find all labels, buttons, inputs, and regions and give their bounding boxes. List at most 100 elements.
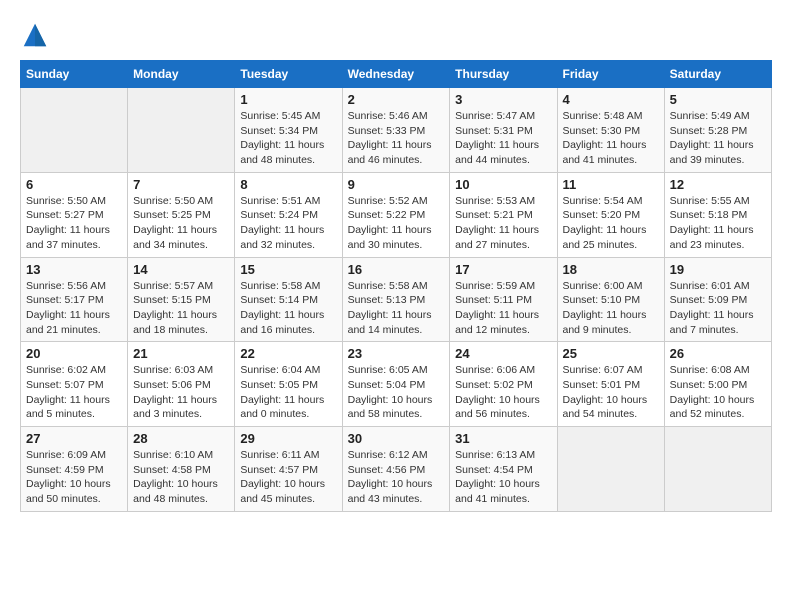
day-info: Sunrise: 6:10 AM Sunset: 4:58 PM Dayligh… bbox=[133, 448, 229, 507]
calendar-cell bbox=[128, 88, 235, 173]
column-header-saturday: Saturday bbox=[664, 61, 771, 88]
day-number: 27 bbox=[26, 431, 122, 446]
calendar-cell: 29 Sunrise: 6:11 AM Sunset: 4:57 PM Dayli… bbox=[235, 427, 342, 512]
day-number: 3 bbox=[455, 92, 551, 107]
day-number: 18 bbox=[563, 262, 659, 277]
day-info: Sunrise: 6:06 AM Sunset: 5:02 PM Dayligh… bbox=[455, 363, 551, 422]
day-number: 7 bbox=[133, 177, 229, 192]
calendar-cell: 19 Sunrise: 6:01 AM Sunset: 5:09 PM Dayli… bbox=[664, 257, 771, 342]
day-info: Sunrise: 5:47 AM Sunset: 5:31 PM Dayligh… bbox=[455, 109, 551, 168]
day-info: Sunrise: 5:46 AM Sunset: 5:33 PM Dayligh… bbox=[348, 109, 445, 168]
day-number: 24 bbox=[455, 346, 551, 361]
day-number: 19 bbox=[670, 262, 766, 277]
day-number: 9 bbox=[348, 177, 445, 192]
calendar-cell: 18 Sunrise: 6:00 AM Sunset: 5:10 PM Dayli… bbox=[557, 257, 664, 342]
day-number: 25 bbox=[563, 346, 659, 361]
day-number: 26 bbox=[670, 346, 766, 361]
day-info: Sunrise: 5:55 AM Sunset: 5:18 PM Dayligh… bbox=[670, 194, 766, 253]
day-number: 6 bbox=[26, 177, 122, 192]
day-info: Sunrise: 5:53 AM Sunset: 5:21 PM Dayligh… bbox=[455, 194, 551, 253]
calendar-cell: 21 Sunrise: 6:03 AM Sunset: 5:06 PM Dayli… bbox=[128, 342, 235, 427]
calendar-week-row: 27 Sunrise: 6:09 AM Sunset: 4:59 PM Dayli… bbox=[21, 427, 772, 512]
calendar-cell: 1 Sunrise: 5:45 AM Sunset: 5:34 PM Daylig… bbox=[235, 88, 342, 173]
calendar-cell: 31 Sunrise: 6:13 AM Sunset: 4:54 PM Dayli… bbox=[450, 427, 557, 512]
column-header-sunday: Sunday bbox=[21, 61, 128, 88]
day-info: Sunrise: 6:00 AM Sunset: 5:10 PM Dayligh… bbox=[563, 279, 659, 338]
day-info: Sunrise: 6:03 AM Sunset: 5:06 PM Dayligh… bbox=[133, 363, 229, 422]
calendar-cell: 20 Sunrise: 6:02 AM Sunset: 5:07 PM Dayli… bbox=[21, 342, 128, 427]
day-info: Sunrise: 6:05 AM Sunset: 5:04 PM Dayligh… bbox=[348, 363, 445, 422]
day-number: 23 bbox=[348, 346, 445, 361]
calendar-cell: 10 Sunrise: 5:53 AM Sunset: 5:21 PM Dayli… bbox=[450, 172, 557, 257]
day-info: Sunrise: 6:07 AM Sunset: 5:01 PM Dayligh… bbox=[563, 363, 659, 422]
day-info: Sunrise: 6:04 AM Sunset: 5:05 PM Dayligh… bbox=[240, 363, 336, 422]
calendar-cell: 14Sunrise: 5:57 AM Sunset: 5:15 PM Dayli… bbox=[128, 257, 235, 342]
day-info: Sunrise: 5:50 AM Sunset: 5:27 PM Dayligh… bbox=[26, 194, 122, 253]
day-info: Sunrise: 5:50 AM Sunset: 5:25 PM Dayligh… bbox=[133, 194, 229, 253]
day-number: 11 bbox=[563, 177, 659, 192]
calendar-cell bbox=[557, 427, 664, 512]
calendar-week-row: 6 Sunrise: 5:50 AM Sunset: 5:27 PM Daylig… bbox=[21, 172, 772, 257]
calendar-cell: 12 Sunrise: 5:55 AM Sunset: 5:18 PM Dayli… bbox=[664, 172, 771, 257]
day-info: Sunrise: 5:58 AM Sunset: 5:14 PM Dayligh… bbox=[240, 279, 336, 338]
calendar-week-row: 20 Sunrise: 6:02 AM Sunset: 5:07 PM Dayli… bbox=[21, 342, 772, 427]
calendar-cell: 24 Sunrise: 6:06 AM Sunset: 5:02 PM Dayli… bbox=[450, 342, 557, 427]
day-number: 1 bbox=[240, 92, 336, 107]
day-info: Sunrise: 6:02 AM Sunset: 5:07 PM Dayligh… bbox=[26, 363, 122, 422]
calendar-header-row: SundayMondayTuesdayWednesdayThursdayFrid… bbox=[21, 61, 772, 88]
day-info: Sunrise: 5:56 AM Sunset: 5:17 PM Dayligh… bbox=[26, 279, 122, 338]
calendar-cell: 8Sunrise: 5:51 AM Sunset: 5:24 PM Daylig… bbox=[235, 172, 342, 257]
calendar-cell: 15 Sunrise: 5:58 AM Sunset: 5:14 PM Dayli… bbox=[235, 257, 342, 342]
day-number: 29 bbox=[240, 431, 336, 446]
calendar-week-row: 13 Sunrise: 5:56 AM Sunset: 5:17 PM Dayli… bbox=[21, 257, 772, 342]
calendar-cell: 16 Sunrise: 5:58 AM Sunset: 5:13 PM Dayli… bbox=[342, 257, 450, 342]
day-number: 21 bbox=[133, 346, 229, 361]
calendar-cell bbox=[21, 88, 128, 173]
page-header bbox=[20, 20, 772, 50]
calendar-cell: 11 Sunrise: 5:54 AM Sunset: 5:20 PM Dayli… bbox=[557, 172, 664, 257]
day-number: 12 bbox=[670, 177, 766, 192]
day-info: Sunrise: 6:09 AM Sunset: 4:59 PM Dayligh… bbox=[26, 448, 122, 507]
day-number: 13 bbox=[26, 262, 122, 277]
column-header-friday: Friday bbox=[557, 61, 664, 88]
day-info: Sunrise: 5:57 AM Sunset: 5:15 PM Dayligh… bbox=[133, 279, 229, 338]
calendar-cell: 2Sunrise: 5:46 AM Sunset: 5:33 PM Daylig… bbox=[342, 88, 450, 173]
day-number: 17 bbox=[455, 262, 551, 277]
calendar-cell: 3 Sunrise: 5:47 AM Sunset: 5:31 PM Daylig… bbox=[450, 88, 557, 173]
logo bbox=[20, 20, 54, 50]
day-number: 20 bbox=[26, 346, 122, 361]
calendar-cell: 27 Sunrise: 6:09 AM Sunset: 4:59 PM Dayli… bbox=[21, 427, 128, 512]
calendar-cell: 4Sunrise: 5:48 AM Sunset: 5:30 PM Daylig… bbox=[557, 88, 664, 173]
day-number: 22 bbox=[240, 346, 336, 361]
column-header-wednesday: Wednesday bbox=[342, 61, 450, 88]
day-number: 31 bbox=[455, 431, 551, 446]
day-number: 28 bbox=[133, 431, 229, 446]
calendar-cell: 7 Sunrise: 5:50 AM Sunset: 5:25 PM Daylig… bbox=[128, 172, 235, 257]
day-info: Sunrise: 5:58 AM Sunset: 5:13 PM Dayligh… bbox=[348, 279, 445, 338]
day-number: 5 bbox=[670, 92, 766, 107]
day-number: 15 bbox=[240, 262, 336, 277]
calendar-cell: 30 Sunrise: 6:12 AM Sunset: 4:56 PM Dayli… bbox=[342, 427, 450, 512]
calendar-table: SundayMondayTuesdayWednesdayThursdayFrid… bbox=[20, 60, 772, 512]
day-number: 10 bbox=[455, 177, 551, 192]
day-info: Sunrise: 6:01 AM Sunset: 5:09 PM Dayligh… bbox=[670, 279, 766, 338]
day-info: Sunrise: 6:11 AM Sunset: 4:57 PM Dayligh… bbox=[240, 448, 336, 507]
calendar-week-row: 1 Sunrise: 5:45 AM Sunset: 5:34 PM Daylig… bbox=[21, 88, 772, 173]
day-number: 30 bbox=[348, 431, 445, 446]
day-info: Sunrise: 6:08 AM Sunset: 5:00 PM Dayligh… bbox=[670, 363, 766, 422]
calendar-cell: 13 Sunrise: 5:56 AM Sunset: 5:17 PM Dayli… bbox=[21, 257, 128, 342]
calendar-cell: 9 Sunrise: 5:52 AM Sunset: 5:22 PM Daylig… bbox=[342, 172, 450, 257]
calendar-cell: 17Sunrise: 5:59 AM Sunset: 5:11 PM Dayli… bbox=[450, 257, 557, 342]
column-header-tuesday: Tuesday bbox=[235, 61, 342, 88]
day-info: Sunrise: 6:12 AM Sunset: 4:56 PM Dayligh… bbox=[348, 448, 445, 507]
calendar-cell: 22 Sunrise: 6:04 AM Sunset: 5:05 PM Dayli… bbox=[235, 342, 342, 427]
column-header-thursday: Thursday bbox=[450, 61, 557, 88]
day-info: Sunrise: 5:45 AM Sunset: 5:34 PM Dayligh… bbox=[240, 109, 336, 168]
day-info: Sunrise: 6:13 AM Sunset: 4:54 PM Dayligh… bbox=[455, 448, 551, 507]
calendar-cell: 5Sunrise: 5:49 AM Sunset: 5:28 PM Daylig… bbox=[664, 88, 771, 173]
day-info: Sunrise: 5:52 AM Sunset: 5:22 PM Dayligh… bbox=[348, 194, 445, 253]
day-number: 16 bbox=[348, 262, 445, 277]
calendar-cell: 28 Sunrise: 6:10 AM Sunset: 4:58 PM Dayli… bbox=[128, 427, 235, 512]
calendar-cell bbox=[664, 427, 771, 512]
day-info: Sunrise: 5:54 AM Sunset: 5:20 PM Dayligh… bbox=[563, 194, 659, 253]
